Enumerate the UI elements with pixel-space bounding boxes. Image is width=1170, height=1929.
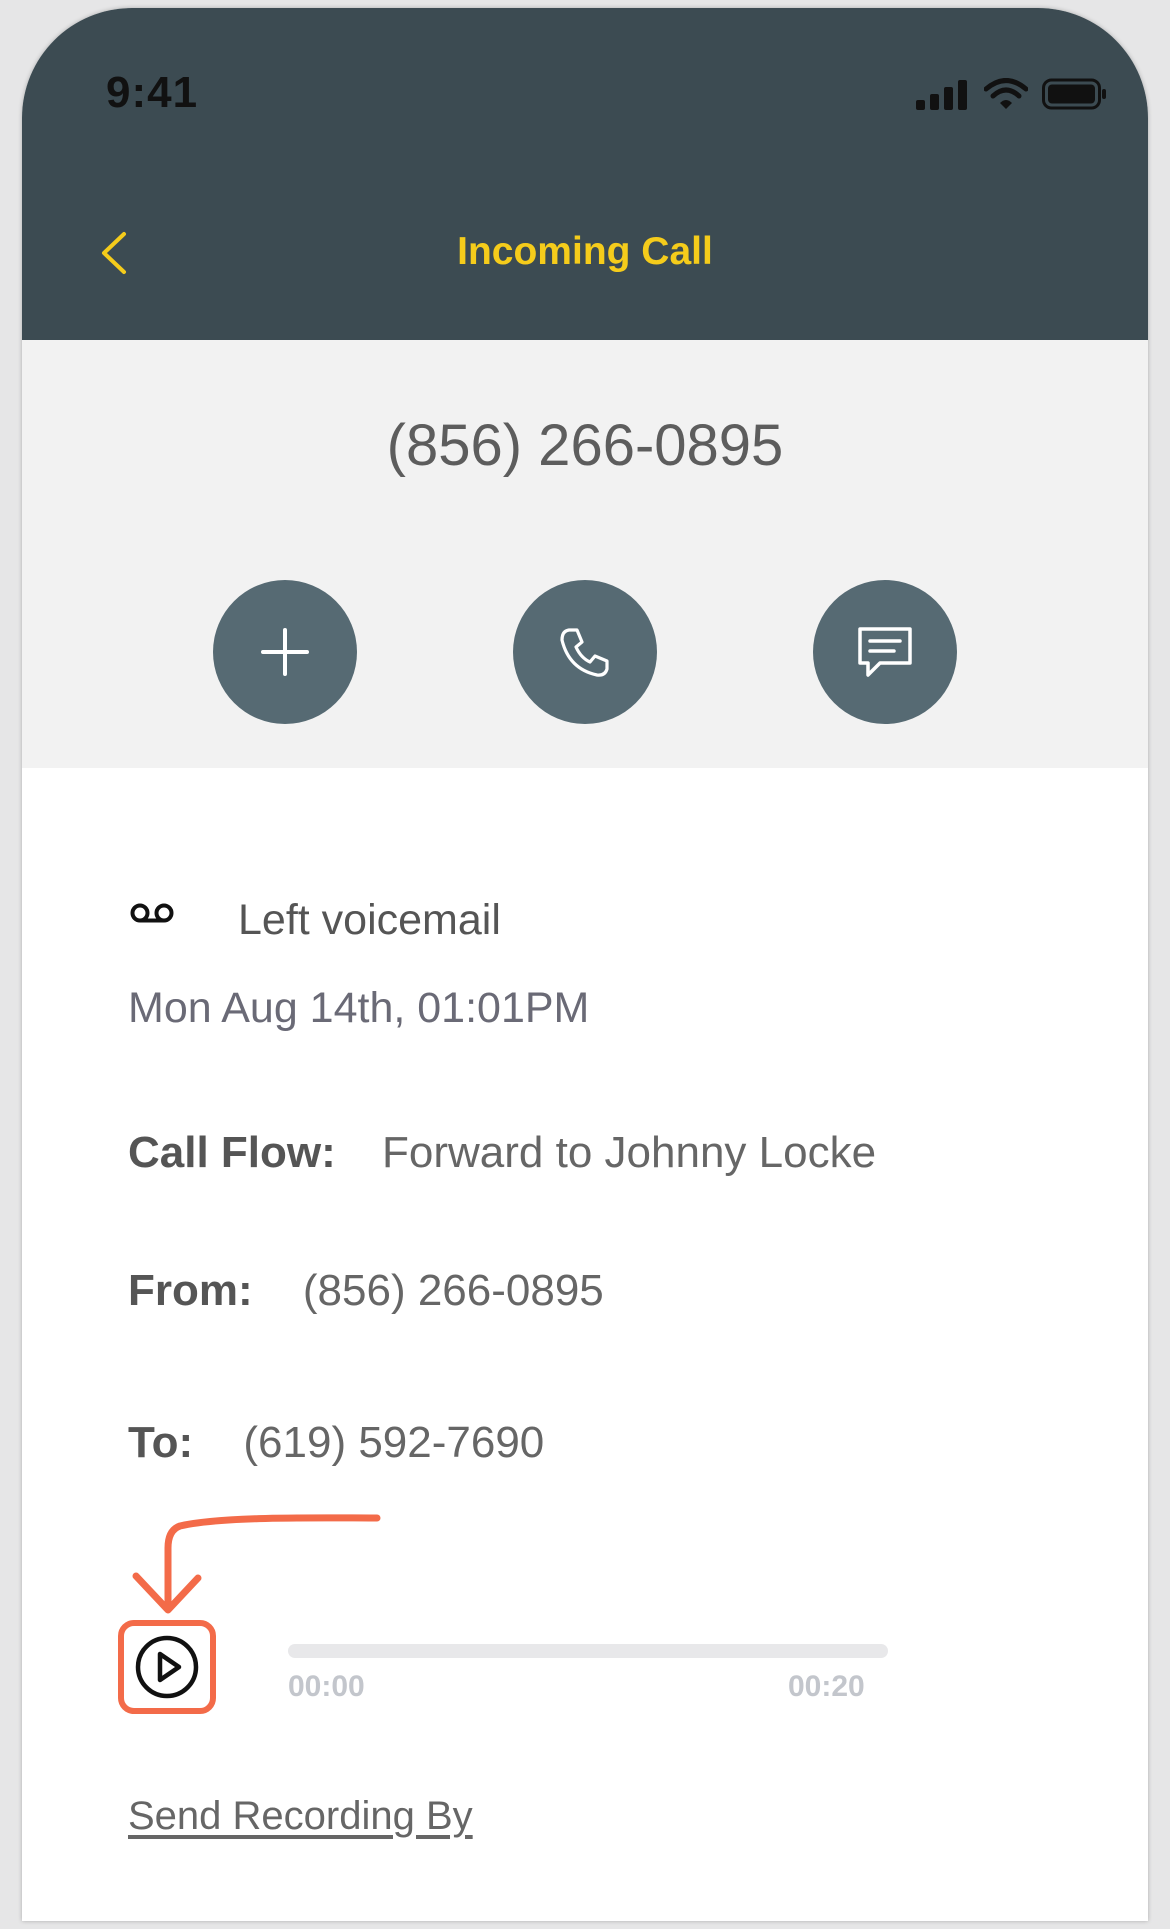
wifi-icon [984,78,1028,109]
call-flow-value: Forward to Johnny Locke [382,1128,877,1177]
call-details: Left voicemail Mon Aug 14th, 01:01PM Cal… [22,768,1148,1921]
call-date: Mon Aug 14th, 01:01PM [128,984,590,1032]
from-label: From: [128,1266,253,1315]
signal-icon [916,80,967,110]
plus-icon [261,628,309,676]
call-flow-label: Call Flow: [128,1128,336,1177]
phone-screen: 9:41 Incoming Call (856) 266-0895 Left v… [22,8,1148,1921]
duration: 00:20 [788,1670,865,1703]
contact-phone-number: (856) 266-0895 [386,413,784,478]
annotation-arrow-icon [132,1514,381,1614]
battery-icon [1042,78,1106,110]
contact-summary: (856) 266-0895 [22,340,1148,768]
page-title: Incoming Call [457,230,713,273]
to-row: To: (619) 592-7690 [128,1418,544,1468]
call-button[interactable] [513,580,657,724]
phone-icon [560,628,609,677]
play-icon [135,1635,199,1699]
playback-progress-bar[interactable] [288,1644,888,1658]
voicemail-icon [130,903,174,923]
call-flow-row: Call Flow: Forward to Johnny Locke [128,1128,876,1178]
play-button[interactable] [118,1620,216,1714]
from-value: (856) 266-0895 [302,1266,604,1315]
add-contact-button[interactable] [213,580,357,724]
to-value: (619) 592-7690 [243,1418,545,1467]
to-label: To: [128,1418,194,1467]
message-icon [858,627,912,677]
app-header: 9:41 Incoming Call [22,8,1148,340]
current-time: 00:00 [288,1670,365,1703]
from-row: From: (856) 266-0895 [128,1266,604,1316]
voicemail-label: Left voicemail [238,896,501,944]
status-time: 9:41 [106,68,199,117]
status-icons [916,78,1108,110]
message-button[interactable] [813,580,957,724]
send-recording-link[interactable]: Send Recording By [128,1794,473,1839]
